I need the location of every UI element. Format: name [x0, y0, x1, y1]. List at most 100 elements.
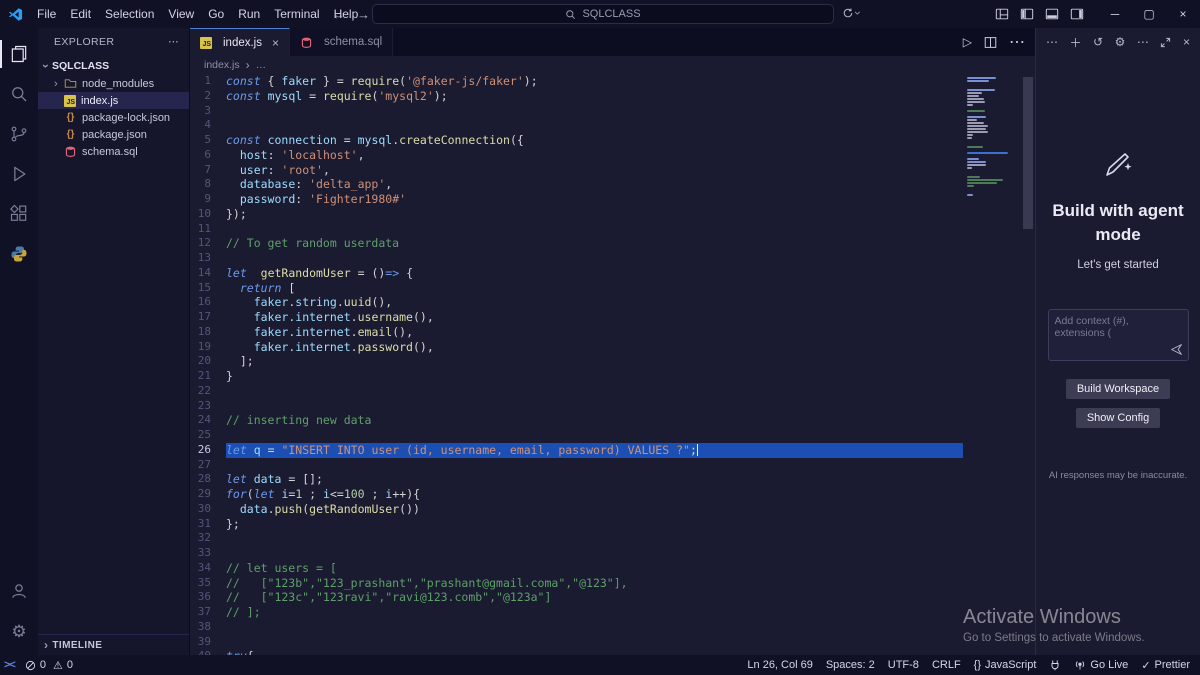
line-number[interactable]: 35 — [190, 576, 226, 591]
menu-selection[interactable]: Selection — [98, 0, 161, 28]
code-line[interactable]: 32 — [190, 531, 963, 546]
code-line[interactable]: 8 database: 'delta_app', — [190, 177, 963, 192]
back-icon[interactable]: ← — [332, 7, 345, 22]
code-line[interactable]: 20 ]; — [190, 354, 963, 369]
code-line[interactable]: 7 user: 'root', — [190, 163, 963, 178]
code-line[interactable]: 9 password: 'Fighter1980#' — [190, 192, 963, 207]
breadcrumb[interactable]: index.js › … — [190, 56, 1035, 73]
file-item-package-lock.json[interactable]: {} package-lock.json — [38, 109, 189, 126]
line-number[interactable]: 40 — [190, 649, 226, 655]
tab-close-icon[interactable]: × — [272, 36, 279, 50]
chat-input[interactable] — [1048, 309, 1188, 344]
line-number[interactable]: 7 — [190, 163, 226, 178]
eol-setting[interactable]: CRLF — [932, 659, 961, 671]
command-center-search[interactable]: SQLCLASS — [372, 4, 834, 24]
line-number[interactable]: 6 — [190, 148, 226, 163]
menu-run[interactable]: Run — [231, 0, 267, 28]
code-line[interactable]: 29 for(let i=1 ; i<=100 ; i++){ — [190, 487, 963, 502]
encoding[interactable]: UTF-8 — [888, 659, 919, 671]
line-number[interactable]: 26 — [190, 443, 226, 458]
code-line[interactable]: 40try{ — [190, 649, 963, 655]
code-line[interactable]: 11 — [190, 222, 963, 237]
cursor-position[interactable]: Ln 26, Col 69 — [747, 659, 812, 671]
line-number[interactable]: 31 — [190, 517, 226, 532]
line-number[interactable]: 10 — [190, 207, 226, 222]
line-number[interactable]: 4 — [190, 118, 226, 133]
line-number[interactable]: 36 — [190, 590, 226, 605]
code-line[interactable]: 25 — [190, 428, 963, 443]
menu-view[interactable]: View — [161, 0, 201, 28]
line-number[interactable]: 3 — [190, 104, 226, 119]
indent-setting[interactable]: Spaces: 2 — [826, 659, 875, 671]
chat-expand-icon[interactable] — [1160, 37, 1171, 48]
code-line[interactable]: 28 let data = []; — [190, 472, 963, 487]
code-line[interactable]: 3 — [190, 104, 963, 119]
line-number[interactable]: 21 — [190, 369, 226, 384]
line-number[interactable]: 37 — [190, 605, 226, 620]
code-line[interactable]: 39 — [190, 635, 963, 650]
line-number[interactable]: 34 — [190, 561, 226, 576]
line-number[interactable]: 32 — [190, 531, 226, 546]
code-line[interactable]: 35// ["123b","123_prashant","prashant@gm… — [190, 576, 963, 591]
menu-terminal[interactable]: Terminal — [267, 0, 326, 28]
code-line[interactable]: 16 faker.string.uuid(), — [190, 295, 963, 310]
line-number[interactable]: 18 — [190, 325, 226, 340]
code-line[interactable]: 27 — [190, 458, 963, 473]
code-line[interactable]: 30 data.push(getRandomUser()) — [190, 502, 963, 517]
run-debug-icon[interactable] — [0, 154, 38, 194]
line-number[interactable]: 12 — [190, 236, 226, 251]
explorer-icon[interactable] — [0, 34, 38, 74]
chat-history-icon[interactable]: ↺ — [1093, 35, 1103, 49]
send-icon[interactable] — [1170, 343, 1183, 356]
line-number[interactable]: 20 — [190, 354, 226, 369]
ports-icon[interactable] — [1049, 659, 1061, 671]
scrollbar-thumb[interactable] — [1023, 77, 1033, 229]
code-line[interactable]: 34// let users = [ — [190, 561, 963, 576]
line-number[interactable]: 1 — [190, 74, 226, 89]
code-line[interactable]: 14 let getRandomUser = ()=> { — [190, 266, 963, 281]
code-line[interactable]: 12// To get random userdata — [190, 236, 963, 251]
file-item-index.js[interactable]: JS index.js — [38, 92, 189, 109]
chat-more-icon[interactable]: ⋯ — [1046, 35, 1058, 49]
code-editor[interactable]: 1 const { faker } = require('@faker-js/fa… — [190, 73, 1035, 655]
code-line[interactable]: 26 let q = "INSERT INTO user (id, usernam… — [190, 442, 963, 458]
code-line[interactable]: 17 faker.internet.username(), — [190, 310, 963, 325]
line-number[interactable]: 30 — [190, 502, 226, 517]
go-live-button[interactable]: Go Live — [1074, 659, 1128, 671]
minimize-button[interactable]: ─ — [1098, 0, 1132, 28]
code-line[interactable]: 1 const { faker } = require('@faker-js/fa… — [190, 74, 963, 89]
line-number[interactable]: 14 — [190, 266, 226, 281]
toggle-panel-grid-icon[interactable] — [995, 7, 1009, 21]
chat-input-box[interactable] — [1047, 308, 1189, 361]
python-extension-icon[interactable] — [0, 234, 38, 274]
code-line[interactable]: 18 faker.internet.email(), — [190, 325, 963, 340]
toggle-bottom-panel-icon[interactable] — [1045, 7, 1059, 21]
file-item-package.json[interactable]: {} package.json — [38, 126, 189, 143]
line-number[interactable]: 9 — [190, 192, 226, 207]
line-number[interactable]: 28 — [190, 472, 226, 487]
line-number[interactable]: 2 — [190, 89, 226, 104]
line-number[interactable]: 22 — [190, 384, 226, 399]
chat-close-icon[interactable]: × — [1183, 35, 1190, 49]
source-control-icon[interactable] — [0, 114, 38, 154]
search-sidebar-icon[interactable] — [0, 74, 38, 114]
code-line[interactable]: 33 — [190, 546, 963, 561]
line-number[interactable]: 13 — [190, 251, 226, 266]
menu-go[interactable]: Go — [201, 0, 231, 28]
code-line[interactable]: 4 — [190, 118, 963, 133]
editor-more-icon[interactable]: ⋯ — [1009, 32, 1025, 52]
settings-gear-icon[interactable]: ⚙ — [0, 611, 38, 651]
language-mode[interactable]: {} JavaScript — [974, 659, 1037, 671]
code-line[interactable]: 10}); — [190, 207, 963, 222]
menu-edit[interactable]: Edit — [63, 0, 98, 28]
chat-settings-icon[interactable]: ⚙ — [1115, 35, 1126, 49]
forward-icon[interactable]: → — [357, 7, 370, 22]
line-number[interactable]: 5 — [190, 133, 226, 148]
line-number[interactable]: 38 — [190, 620, 226, 635]
code-line[interactable]: 6 host: 'localhost', — [190, 148, 963, 163]
line-number[interactable]: 8 — [190, 177, 226, 192]
run-file-icon[interactable]: ▷ — [963, 35, 972, 49]
prettier-status[interactable]: ✓ Prettier — [1141, 659, 1190, 672]
timeline-section[interactable]: › TIMELINE — [38, 634, 189, 655]
toggle-secondary-sidebar-icon[interactable] — [1070, 7, 1084, 21]
